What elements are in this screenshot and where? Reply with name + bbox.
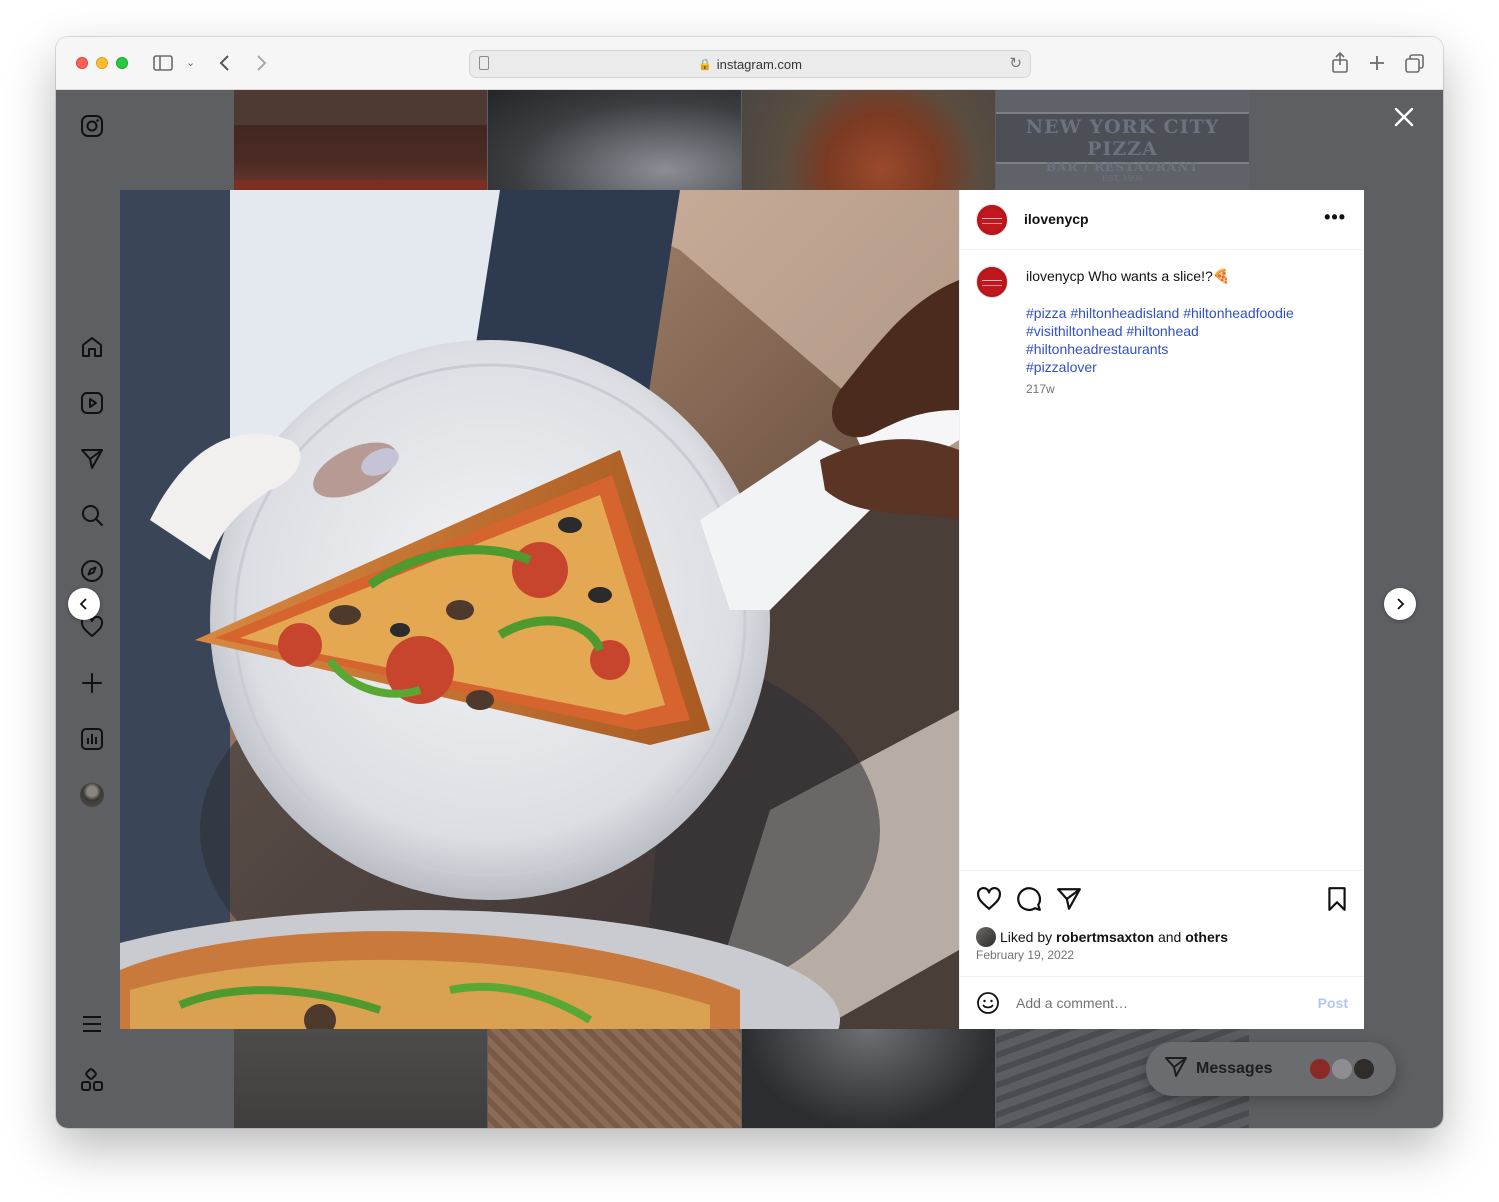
liked-by: Liked by robertmsaxton and others	[976, 927, 1228, 947]
comment-icon[interactable]	[1016, 886, 1042, 912]
caption: ilovenycp Who wants a slice!?🍕	[1026, 268, 1346, 285]
post-header: ilovenycp •••	[960, 190, 1364, 250]
liked-by-others[interactable]: others	[1185, 929, 1228, 945]
zoom-window-button[interactable]	[116, 57, 128, 69]
avatar	[1330, 1057, 1354, 1081]
create-icon[interactable]	[80, 671, 104, 695]
grid-post-thumbnail[interactable]	[742, 90, 995, 190]
home-icon[interactable]	[80, 335, 104, 359]
caption-text: Who wants a slice!?🍕	[1088, 268, 1231, 284]
post-date[interactable]: February 19, 2022	[976, 948, 1074, 962]
hashtag-list: #pizza #hiltonheadisland #hiltonheadfood…	[1026, 304, 1346, 376]
next-post-button[interactable]	[1384, 588, 1416, 620]
lock-icon: 🔒	[698, 58, 712, 71]
close-icon[interactable]	[1393, 106, 1415, 128]
reels-icon[interactable]	[80, 391, 104, 415]
close-window-button[interactable]	[76, 57, 88, 69]
post-details-panel: ilovenycp ••• ilovenycp Who wants a slic…	[959, 190, 1364, 1029]
liked-by-and: and	[1157, 929, 1182, 945]
comment-input[interactable]: Add a comment…	[1016, 995, 1128, 1011]
comment-bar: Add a comment… Post	[960, 976, 1364, 1029]
page-icon	[479, 56, 489, 70]
post-comment-button[interactable]: Post	[1318, 995, 1348, 1011]
grid-post-thumbnail[interactable]: NEW YORK CITY PIZZA BAR / RESTAURANT EST…	[996, 90, 1249, 190]
avatar[interactable]	[976, 204, 1008, 236]
like-icon[interactable]	[976, 886, 1002, 912]
forward-icon[interactable]	[254, 51, 268, 81]
grid-post-thumbnail[interactable]	[234, 90, 487, 190]
profile-icon[interactable]	[80, 783, 104, 807]
sign-text-line3: EST. 1996	[1102, 174, 1143, 183]
avatar	[80, 783, 104, 807]
hashtag-line[interactable]: #pizza #hiltonheadisland #hiltonheadfood…	[1026, 304, 1346, 322]
direct-icon[interactable]	[80, 447, 104, 471]
liked-by-prefix: Liked by	[1000, 929, 1053, 945]
post-photo	[120, 190, 959, 1029]
explore-icon[interactable]	[80, 559, 104, 583]
also-from-meta-icon[interactable]	[80, 1068, 104, 1092]
minimize-window-button[interactable]	[96, 57, 108, 69]
share-icon[interactable]	[1331, 51, 1349, 81]
reload-icon[interactable]: ↻	[1009, 54, 1022, 72]
more-menu-icon[interactable]	[80, 1012, 104, 1036]
sign-text-line1: NEW YORK CITY PIZZA	[1025, 116, 1220, 160]
liked-by-user[interactable]: robertmsaxton	[1056, 929, 1154, 945]
sidebar-icon[interactable]	[153, 51, 173, 81]
save-bookmark-icon[interactable]	[1324, 886, 1350, 912]
grid-post-thumbnail[interactable]	[488, 1029, 741, 1128]
new-tab-icon[interactable]	[1368, 51, 1386, 81]
direct-icon	[1164, 1055, 1188, 1084]
post-actions: Liked by robertmsaxton and others Februa…	[960, 870, 1364, 976]
instagram-logo-icon[interactable]	[80, 114, 104, 138]
browser-toolbar: ⌄ 🔒 instagram.com ↻	[56, 37, 1443, 90]
search-icon[interactable]	[80, 503, 104, 527]
avatar	[1352, 1057, 1376, 1081]
grid-post-thumbnail[interactable]	[742, 1029, 995, 1128]
sign-text-line2: BAR / RESTAURANT	[1045, 160, 1200, 174]
caption-avatar[interactable]	[976, 266, 1008, 298]
previous-post-button[interactable]	[68, 588, 100, 620]
post-age[interactable]: 217w	[1026, 382, 1055, 396]
avatar	[1308, 1057, 1332, 1081]
emoji-icon[interactable]	[976, 991, 1000, 1015]
hashtag-line[interactable]: #pizzalover	[1026, 358, 1346, 376]
back-icon[interactable]	[218, 51, 232, 81]
share-post-icon[interactable]	[1056, 886, 1082, 912]
post-username[interactable]: ilovenycp	[1024, 211, 1089, 227]
liker-avatar[interactable]	[976, 927, 996, 947]
tabs-overview-icon[interactable]	[1405, 51, 1425, 81]
dashboard-icon[interactable]	[80, 727, 104, 751]
hashtag-line[interactable]: #visithiltonhead #hiltonhead	[1026, 322, 1346, 340]
grid-post-thumbnail[interactable]	[234, 1029, 487, 1128]
grid-post-thumbnail[interactable]	[488, 90, 741, 190]
address-bar[interactable]: 🔒 instagram.com ↻	[469, 50, 1031, 78]
post-modal: ilovenycp ••• ilovenycp Who wants a slic…	[120, 190, 1364, 1029]
caption-username[interactable]: ilovenycp	[1026, 268, 1084, 284]
browser-window: ⌄ 🔒 instagram.com ↻ NEW YORK CITY PIZZA …	[56, 37, 1443, 1128]
messages-label: Messages	[1196, 1060, 1273, 1077]
hashtag-line[interactable]: #hiltonheadrestaurants	[1026, 340, 1346, 358]
url-text: instagram.com	[716, 56, 802, 72]
page-content: NEW YORK CITY PIZZA BAR / RESTAURANT EST…	[56, 90, 1443, 1128]
more-options-icon[interactable]: •••	[1324, 208, 1346, 226]
messages-button[interactable]: Messages	[1146, 1042, 1396, 1096]
chevron-down-icon[interactable]: ⌄	[186, 51, 195, 75]
